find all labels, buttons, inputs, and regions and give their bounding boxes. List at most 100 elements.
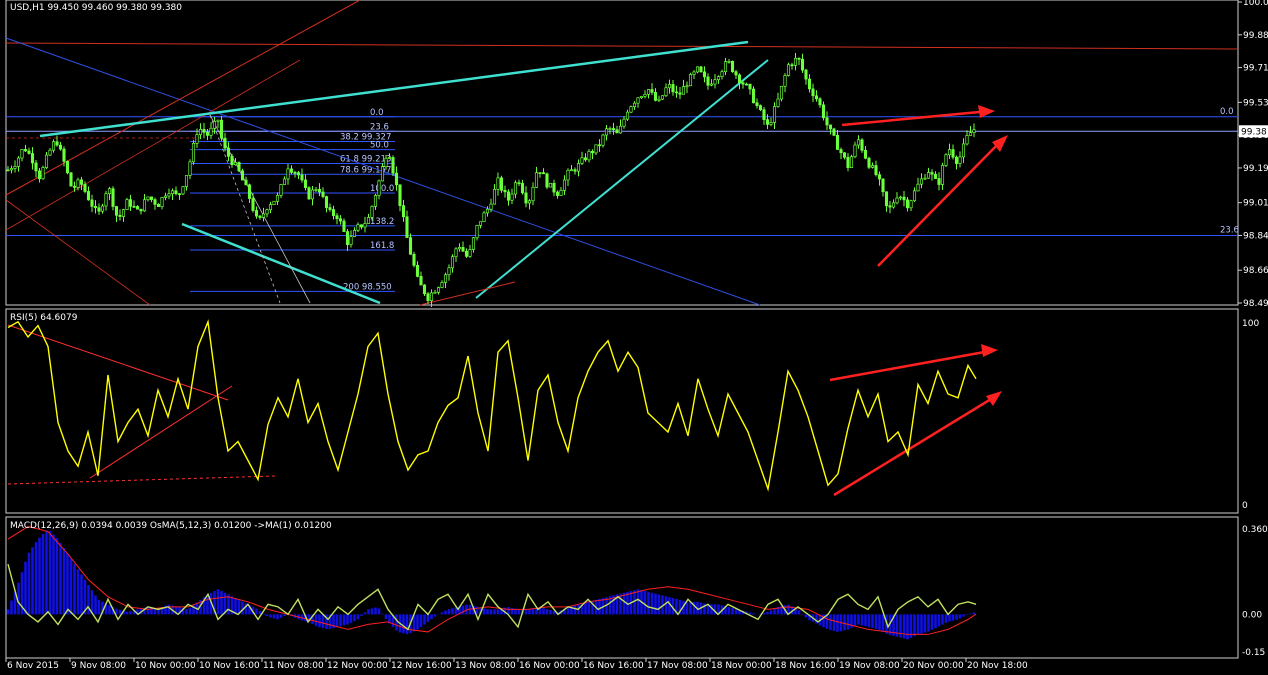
candle-body bbox=[867, 157, 871, 168]
candle-body bbox=[240, 170, 245, 181]
candle-body bbox=[657, 98, 661, 101]
candle-body bbox=[128, 199, 133, 207]
time-tick-label: 12 Nov 16:00 bbox=[391, 661, 452, 671]
candle-body bbox=[237, 162, 241, 172]
candle-body bbox=[202, 129, 206, 133]
panel-frames bbox=[5, 0, 1239, 659]
candle-body bbox=[510, 193, 514, 201]
candle-body bbox=[107, 188, 112, 195]
candle-body bbox=[177, 193, 182, 196]
candle-body bbox=[412, 253, 416, 266]
candle-body bbox=[6, 169, 10, 172]
candle-body bbox=[916, 183, 920, 192]
candle-body bbox=[342, 220, 346, 232]
candle-body bbox=[685, 85, 689, 88]
price-axis: 100.0599.8899.7199.5399.3699.1999.0198.8… bbox=[1238, 0, 1268, 309]
red-channel-line-lower bbox=[5, 59, 301, 231]
candle-body bbox=[335, 215, 339, 220]
candle-body bbox=[930, 172, 934, 175]
candle-body bbox=[713, 79, 717, 85]
candle-body bbox=[317, 188, 322, 193]
candle-body bbox=[34, 162, 38, 172]
time-tick-label: 16 Nov 16:00 bbox=[583, 661, 644, 671]
candle-body bbox=[583, 157, 588, 161]
candle-body bbox=[587, 151, 591, 161]
candle-body bbox=[909, 200, 913, 209]
candle-body bbox=[408, 237, 413, 255]
candle-body bbox=[590, 151, 595, 154]
candle-body bbox=[625, 111, 630, 120]
candle-body bbox=[769, 122, 773, 125]
price-tick-label: 100.05 bbox=[1243, 0, 1268, 8]
candle-body bbox=[485, 208, 490, 214]
candle-body bbox=[142, 199, 147, 212]
candle-body bbox=[37, 170, 42, 180]
macd-tick-label: 0.00 bbox=[1242, 610, 1262, 620]
candle-body bbox=[804, 69, 808, 80]
candle-body bbox=[492, 188, 497, 205]
candle-body bbox=[688, 74, 693, 87]
candle-body bbox=[44, 154, 49, 168]
candle-body bbox=[629, 106, 633, 113]
candle-body bbox=[699, 66, 703, 73]
trading-chart[interactable]: 0.023.638.2 99.32750.061.8 99.21378.6 99… bbox=[0, 0, 1268, 675]
candle-body bbox=[779, 85, 784, 100]
candle-body bbox=[230, 155, 234, 165]
candle-body bbox=[618, 125, 623, 134]
candle-body bbox=[559, 190, 563, 196]
candle-body bbox=[429, 292, 434, 301]
candle-body bbox=[324, 196, 329, 208]
candle-body bbox=[555, 191, 560, 196]
candle-body bbox=[457, 247, 462, 250]
candle-body bbox=[632, 102, 637, 107]
candle-body bbox=[828, 124, 833, 130]
candle-body bbox=[209, 127, 213, 136]
candle-body bbox=[912, 190, 917, 202]
candle-body bbox=[233, 162, 238, 165]
candle-body bbox=[328, 207, 332, 210]
candle-body bbox=[443, 274, 448, 283]
candle-body bbox=[734, 71, 738, 76]
time-tick-label: 13 Nov 08:00 bbox=[455, 661, 516, 671]
candle-body bbox=[384, 157, 388, 168]
candle-body bbox=[345, 231, 350, 245]
time-tick-label: 10 Nov 00:00 bbox=[135, 661, 196, 671]
candle-body bbox=[569, 169, 574, 172]
candle-body bbox=[415, 264, 420, 277]
candle-body bbox=[758, 105, 763, 111]
fib-level-label: 100.0 bbox=[370, 184, 394, 194]
candle-body bbox=[195, 134, 199, 144]
candle-body bbox=[716, 76, 721, 81]
resistance-line bbox=[5, 42, 1239, 50]
candle-body bbox=[800, 58, 805, 71]
candle-body bbox=[937, 178, 941, 185]
candle-body bbox=[310, 189, 315, 200]
candle-body bbox=[268, 204, 273, 211]
candle-body bbox=[576, 163, 581, 172]
price-panel-title: USD,H1 99.450 99.460 99.380 99.380 bbox=[10, 3, 182, 13]
price-tick-label: 98.49 bbox=[1243, 299, 1268, 309]
candle-body bbox=[359, 224, 364, 228]
candle-body bbox=[275, 195, 280, 202]
candle-body bbox=[219, 119, 224, 139]
candle-body bbox=[62, 148, 66, 162]
time-tick-label: 11 Nov 08:00 bbox=[263, 661, 324, 671]
cyan-lower-trendline bbox=[475, 59, 769, 299]
time-tick-label: 18 Nov 16:00 bbox=[775, 661, 836, 671]
price-tick-label: 98.84 bbox=[1243, 231, 1268, 241]
candle-body bbox=[160, 197, 164, 207]
candle-body bbox=[968, 132, 973, 136]
candle-body bbox=[755, 102, 759, 106]
candle-body bbox=[258, 215, 262, 218]
candle-body bbox=[13, 166, 17, 169]
time-tick-label: 17 Nov 08:00 bbox=[647, 661, 708, 671]
candle-body bbox=[744, 83, 749, 86]
candle-body bbox=[730, 60, 735, 73]
candle-body bbox=[373, 195, 378, 207]
candle-body bbox=[926, 172, 931, 179]
candle-body bbox=[111, 188, 115, 207]
candle-body bbox=[464, 250, 469, 257]
candle-body bbox=[678, 92, 682, 95]
candle-body bbox=[562, 179, 567, 191]
candle-body bbox=[611, 128, 616, 131]
